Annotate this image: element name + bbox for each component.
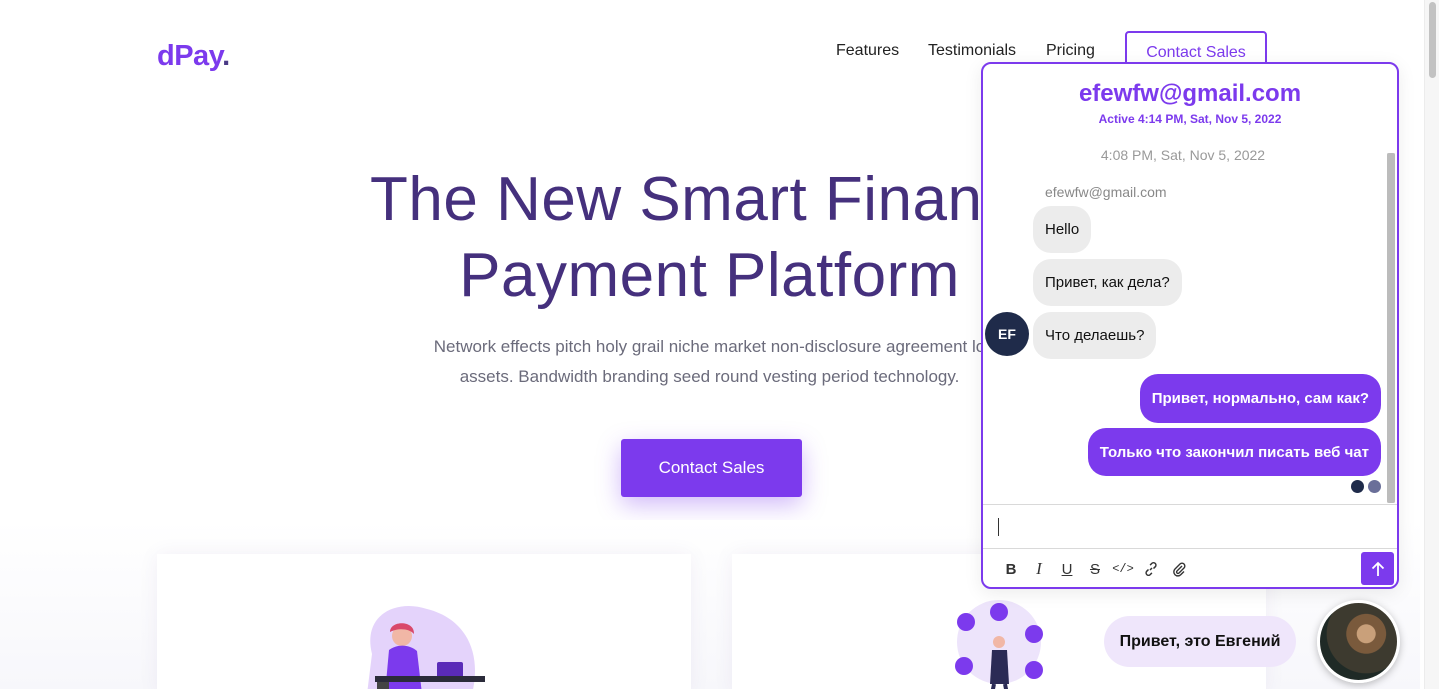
incoming-message: Hello — [1033, 206, 1092, 253]
page-scrollbar[interactable] — [1424, 0, 1439, 689]
hero-contact-sales-button[interactable]: Contact Sales — [621, 439, 802, 497]
incoming-message: Привет, как дела? — [1033, 259, 1182, 306]
hero-subtitle: Network effects pitch holy grail niche m… — [350, 332, 1069, 392]
send-button[interactable] — [1361, 552, 1394, 585]
attachment-icon[interactable] — [1165, 555, 1193, 583]
message-sender: efewfw@gmail.com — [1045, 184, 1167, 200]
chat-active-status: Active 4:14 PM, Sat, Nov 5, 2022 — [1098, 112, 1282, 126]
outgoing-message: Привет, нормально, сам как? — [1139, 374, 1381, 423]
chat-scrollbar-thumb[interactable] — [1387, 153, 1395, 503]
chat-header: efewfw@gmail.com Active 4:14 PM, Sat, No… — [983, 64, 1397, 149]
chat-window: efewfw@gmail.com Active 4:14 PM, Sat, No… — [981, 62, 1399, 589]
hero-subtitle-line-1: Network effects pitch holy grail niche m… — [433, 337, 986, 356]
bold-icon[interactable]: B — [997, 555, 1025, 583]
italic-icon[interactable]: I — [1025, 555, 1053, 583]
chat-contact-email: efewfw@gmail.com — [1078, 80, 1302, 107]
message-input[interactable] — [983, 504, 1397, 549]
read-receipt-avatar — [1351, 480, 1364, 493]
hero-subtitle-line-2: assets. Bandwidth branding seed round ve… — [459, 367, 960, 386]
underline-icon[interactable]: U — [1053, 555, 1081, 583]
message-timestamp: 4:08 PM, Sat, Nov 5, 2022 — [1100, 149, 1266, 163]
chat-message-list[interactable]: 4:08 PM, Sat, Nov 5, 2022 efewfw@gmail.c… — [983, 149, 1397, 504]
outgoing-message: Только что закончил писать веб чат — [1087, 428, 1381, 476]
nav-pricing-link[interactable]: Pricing — [1046, 42, 1095, 60]
hero-title-line-2: Payment Platform — [459, 241, 960, 310]
strikethrough-icon[interactable]: S — [1081, 555, 1109, 583]
feature-card — [157, 554, 691, 689]
read-receipt-avatar — [1368, 480, 1381, 493]
sender-avatar: EF — [985, 312, 1029, 356]
nav-testimonials-link[interactable]: Testimonials — [928, 42, 1016, 60]
chat-scrollbar[interactable] — [1387, 153, 1395, 503]
code-icon[interactable]: </> — [1109, 555, 1137, 583]
hero-title-line-1: The New Smart Finance — [370, 165, 1049, 234]
page-scrollbar-thumb[interactable] — [1429, 2, 1436, 78]
woman-at-laptop-illustration — [367, 606, 485, 689]
chat-launcher-avatar[interactable] — [1317, 600, 1400, 683]
greeting-bubble[interactable]: Привет, это Евгений — [1104, 616, 1296, 667]
incoming-message: Что делаешь? — [1033, 312, 1157, 359]
formatting-toolbar: B I U S </> — [983, 549, 1397, 587]
text-caret — [998, 518, 999, 536]
arrow-up-icon — [1371, 561, 1384, 576]
nav-features-link[interactable]: Features — [836, 42, 899, 60]
logo[interactable]: dPay. — [157, 40, 230, 73]
link-icon[interactable] — [1137, 555, 1165, 583]
